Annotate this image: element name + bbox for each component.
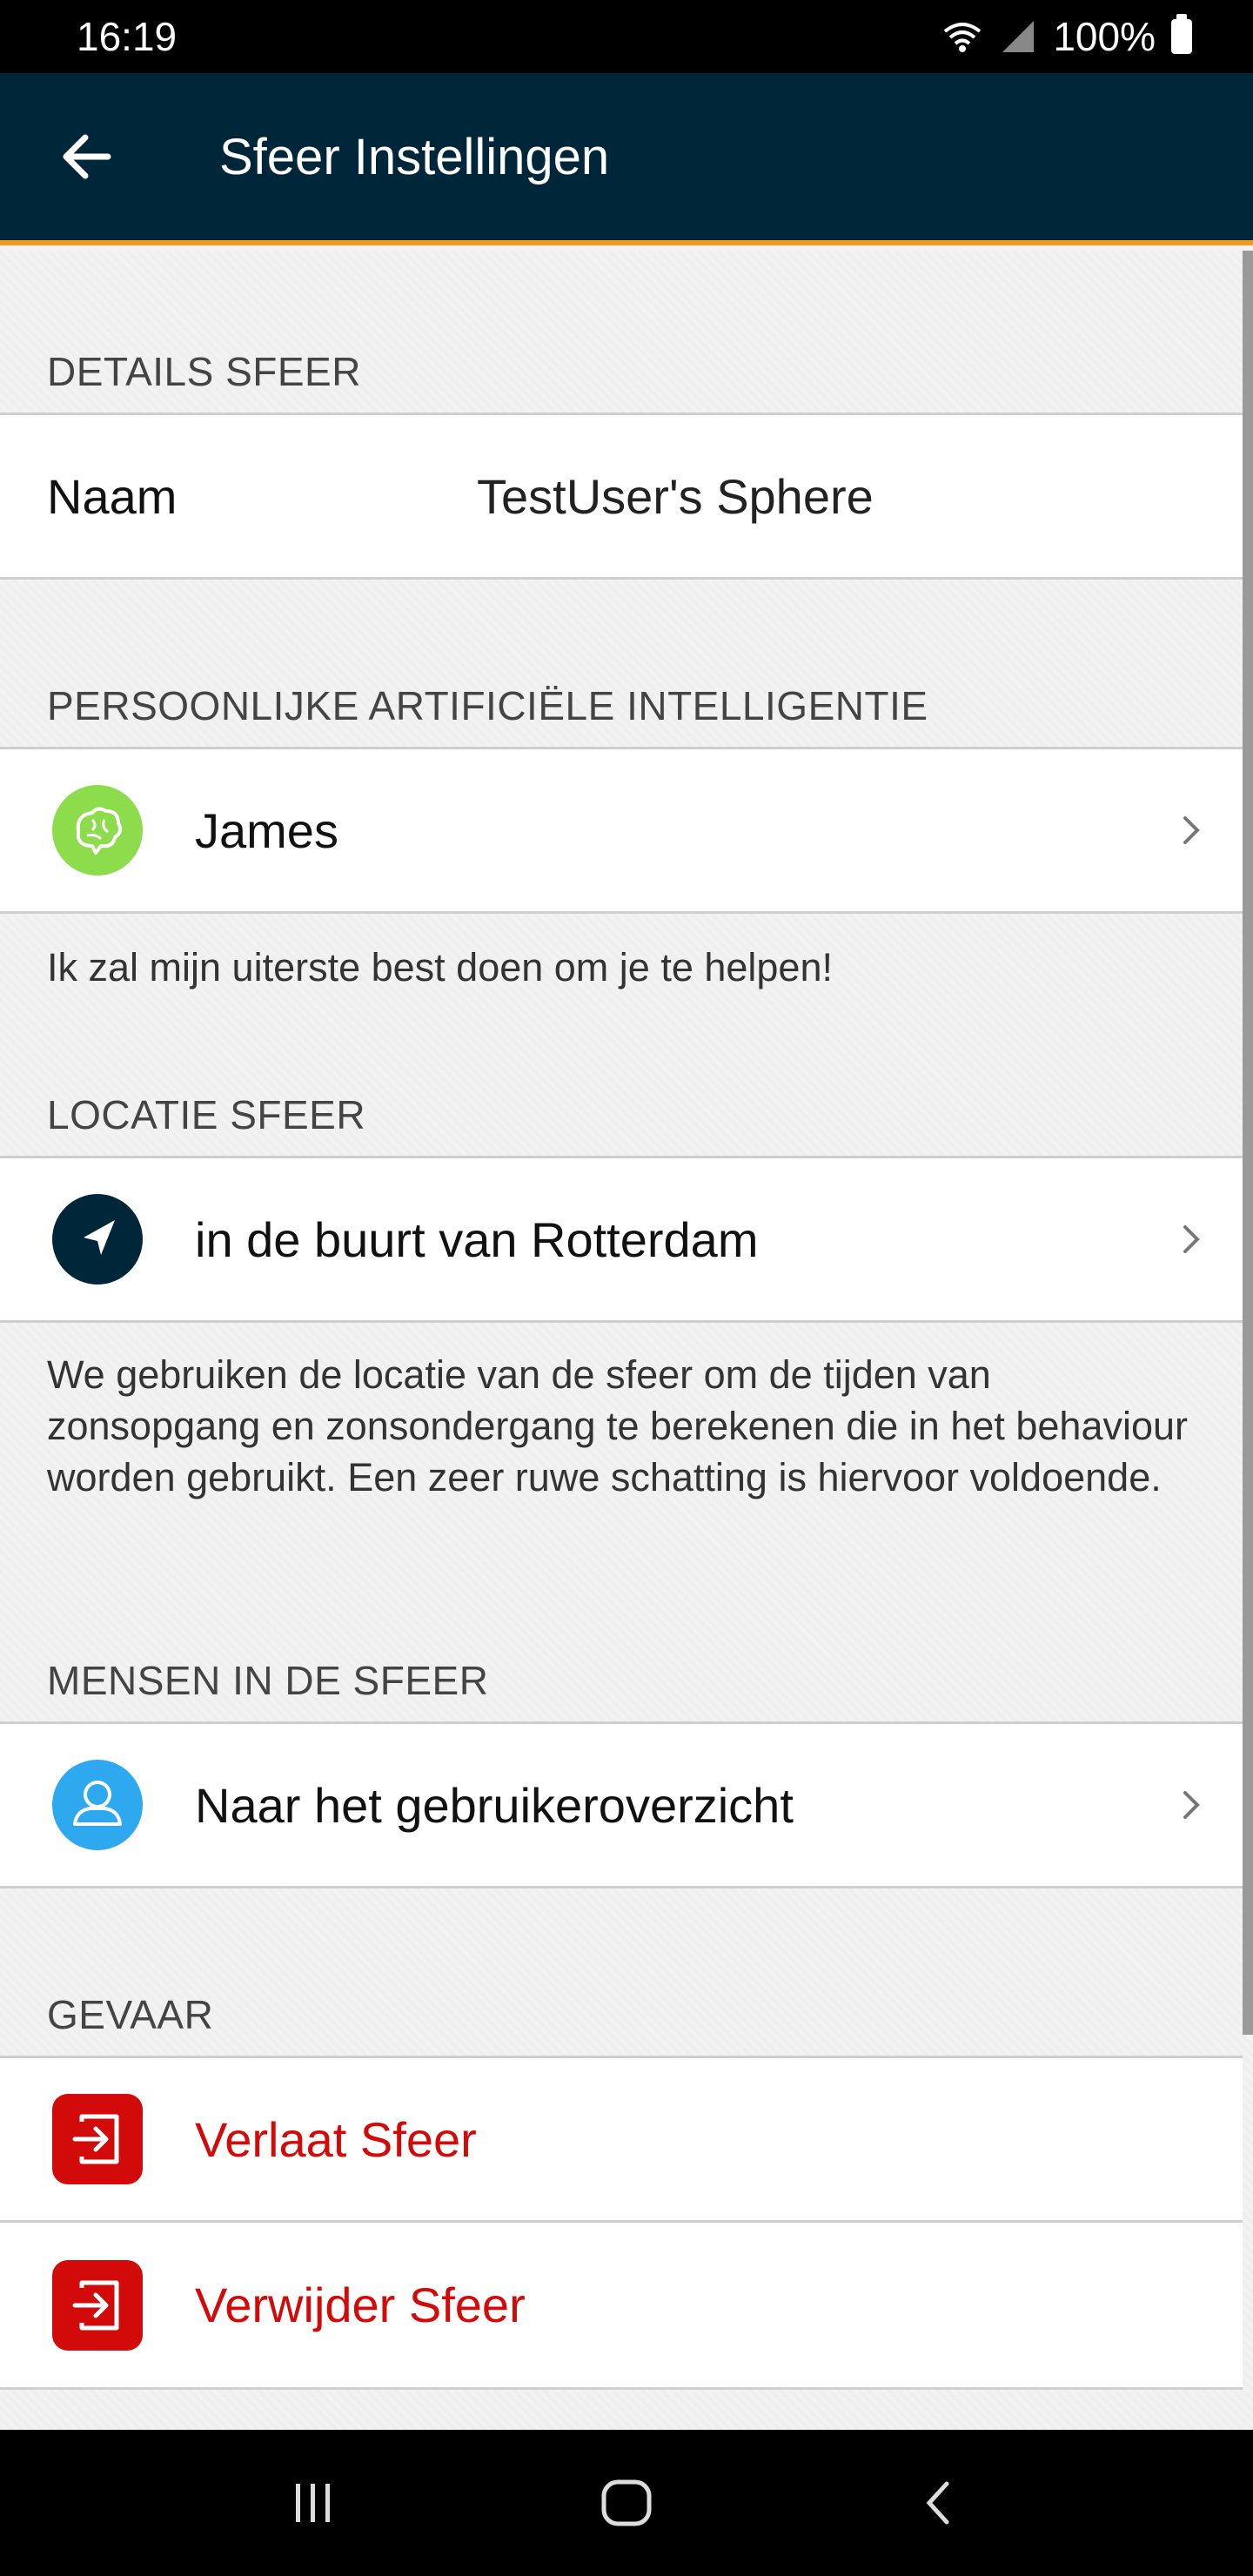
status-bar: 16:19 100% — [0, 0, 1253, 73]
section-header-danger: GEVAAR — [47, 1992, 214, 2037]
chevron-right-icon — [1183, 816, 1200, 844]
leave-sphere-label: Verlaat Sfeer — [195, 2111, 477, 2167]
app-bar: Sfeer Instellingen — [0, 73, 1253, 245]
system-back-button[interactable] — [896, 2459, 983, 2546]
name-row[interactable]: Naam TestUser's Sphere — [0, 413, 1243, 580]
status-time: 16:19 — [77, 14, 178, 59]
section-header-details: DETAILS SFEER — [47, 349, 361, 394]
brain-icon — [52, 785, 143, 875]
delete-sphere-label: Verwijder Sfeer — [195, 2277, 526, 2332]
section-header-location: LOCATIE SFEER — [47, 1092, 366, 1137]
chevron-left-icon — [926, 2481, 949, 2525]
back-button[interactable] — [35, 104, 139, 209]
recent-apps-icon — [296, 2484, 330, 2522]
battery-icon — [1171, 14, 1192, 54]
arrow-left-icon — [63, 134, 111, 179]
navigation-arrow-icon — [52, 1194, 143, 1285]
chevron-right-icon — [1183, 1791, 1200, 1819]
settings-list[interactable]: DETAILS SFEER Naam TestUser's Sphere PER… — [0, 251, 1253, 2430]
name-value[interactable]: TestUser's Sphere — [477, 468, 874, 525]
user-icon — [52, 1760, 143, 1850]
people-row[interactable]: Naar het gebruikeroverzicht — [0, 1721, 1243, 1888]
location-description: We gebruiken de locatie van de sfeer om … — [47, 1352, 1189, 1499]
battery-percent: 100% — [1053, 14, 1156, 59]
scrollbar[interactable] — [1243, 251, 1253, 2035]
home-button[interactable] — [583, 2459, 670, 2546]
people-label: Naar het gebruikeroverzicht — [195, 1777, 794, 1833]
location-label: in de buurt van Rotterdam — [195, 1211, 759, 1267]
chevron-right-icon — [1183, 1225, 1200, 1253]
delete-sphere-row[interactable]: Verwijder Sfeer — [0, 2223, 1243, 2390]
status-icons: 100% — [941, 13, 1192, 60]
ai-row[interactable]: James — [0, 747, 1243, 914]
home-icon — [601, 2479, 652, 2526]
recent-apps-button[interactable] — [270, 2459, 357, 2546]
section-header-people: MENSEN IN DE SFEER — [47, 1658, 489, 1703]
section-header-ai: PERSOONLIJKE ARTIFICIËLE INTELLIGENTIE — [47, 683, 928, 728]
wifi-icon — [944, 23, 982, 52]
exit-icon — [52, 2094, 143, 2184]
ai-description: Ik zal mijn uiterste best doen om je te … — [47, 945, 833, 989]
cell-signal-icon — [1002, 21, 1035, 52]
location-row[interactable]: in de buurt van Rotterdam — [0, 1156, 1243, 1323]
page-title: Sfeer Instellingen — [219, 128, 610, 185]
exit-icon — [52, 2259, 143, 2351]
name-label: Naam — [47, 468, 178, 524]
leave-sphere-row[interactable]: Verlaat Sfeer — [0, 2056, 1243, 2223]
ai-name: James — [195, 802, 338, 858]
system-nav-bar — [0, 2430, 1253, 2576]
